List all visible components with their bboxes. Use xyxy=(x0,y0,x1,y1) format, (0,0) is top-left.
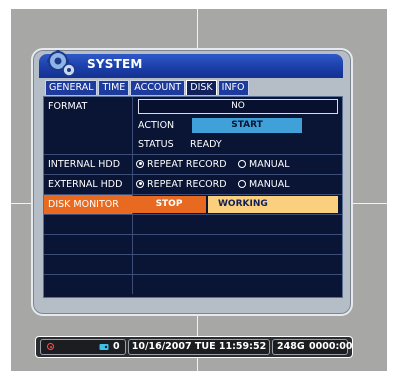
external-repeat-record-option[interactable]: REPEAT RECORD xyxy=(136,175,227,194)
disk-monitor-status: WORKING xyxy=(208,196,338,213)
record-time: 0000:00 xyxy=(309,341,353,352)
format-value-field[interactable]: NO xyxy=(138,99,338,114)
storage-capacity: 248G xyxy=(277,341,305,352)
external-hdd-row: EXTERNAL HDD REPEAT RECORD MANUAL xyxy=(44,175,342,195)
tab-info[interactable]: INFO xyxy=(217,80,249,95)
external-hdd-label: EXTERNAL HDD xyxy=(44,175,133,194)
radio-unselected-icon xyxy=(238,159,246,168)
status-bar: 0 10/16/2007 TUE 11:59:52 248G 0000:00 xyxy=(35,336,353,358)
empty-row xyxy=(44,235,342,255)
tab-account[interactable]: ACCOUNT xyxy=(130,80,186,95)
empty-label xyxy=(44,215,133,234)
channel-indicator: 0 xyxy=(40,339,126,355)
radio-selected-icon xyxy=(136,159,144,168)
internal-repeat-record-option[interactable]: REPEAT RECORD xyxy=(136,155,227,174)
disk-monitor-row: DISK MONITOR STOP WORKING xyxy=(44,195,342,215)
hdd-icon xyxy=(99,344,109,350)
tab-time[interactable]: TIME xyxy=(98,80,130,95)
empty-label xyxy=(44,275,133,294)
empty-label xyxy=(44,255,133,274)
empty-label xyxy=(44,235,133,254)
start-button[interactable]: START xyxy=(192,118,302,133)
internal-manual-option[interactable]: MANUAL xyxy=(238,155,290,174)
status-label: STATUS xyxy=(138,139,174,150)
gears-icon xyxy=(47,50,76,77)
channel-number: 0 xyxy=(113,341,120,352)
empty-row xyxy=(44,275,342,294)
disk-settings-panel: FORMAT NO ACTION START STATUS READY INTE… xyxy=(43,96,343,298)
radio-unselected-icon xyxy=(238,179,246,188)
tab-bar: GENERAL TIME ACCOUNT DISK INFO xyxy=(45,80,249,96)
empty-row xyxy=(44,255,342,275)
tab-general[interactable]: GENERAL xyxy=(45,80,98,95)
disk-monitor-label: DISK MONITOR xyxy=(44,195,133,214)
record-icon xyxy=(47,343,54,350)
internal-hdd-row: INTERNAL HDD REPEAT RECORD MANUAL xyxy=(44,155,342,175)
external-manual-option[interactable]: MANUAL xyxy=(238,175,290,194)
tab-disk[interactable]: DISK xyxy=(186,80,217,95)
action-label: ACTION xyxy=(138,120,175,131)
status-value: READY xyxy=(190,139,222,150)
stop-button[interactable]: STOP xyxy=(132,196,206,213)
format-row: FORMAT NO ACTION START STATUS READY xyxy=(44,97,342,155)
storage-display: 248G 0000:00 xyxy=(272,339,352,355)
dialog-titlebar: SYSTEM xyxy=(39,50,343,78)
datetime-display: 10/16/2007 TUE 11:59:52 xyxy=(128,339,270,355)
radio-selected-icon xyxy=(136,179,144,188)
empty-row xyxy=(44,215,342,235)
system-dialog: SYSTEM GENERAL TIME ACCOUNT DISK INFO FO… xyxy=(31,48,353,316)
format-label: FORMAT xyxy=(44,97,133,154)
internal-hdd-label: INTERNAL HDD xyxy=(44,155,133,174)
dialog-title: SYSTEM xyxy=(87,57,143,71)
